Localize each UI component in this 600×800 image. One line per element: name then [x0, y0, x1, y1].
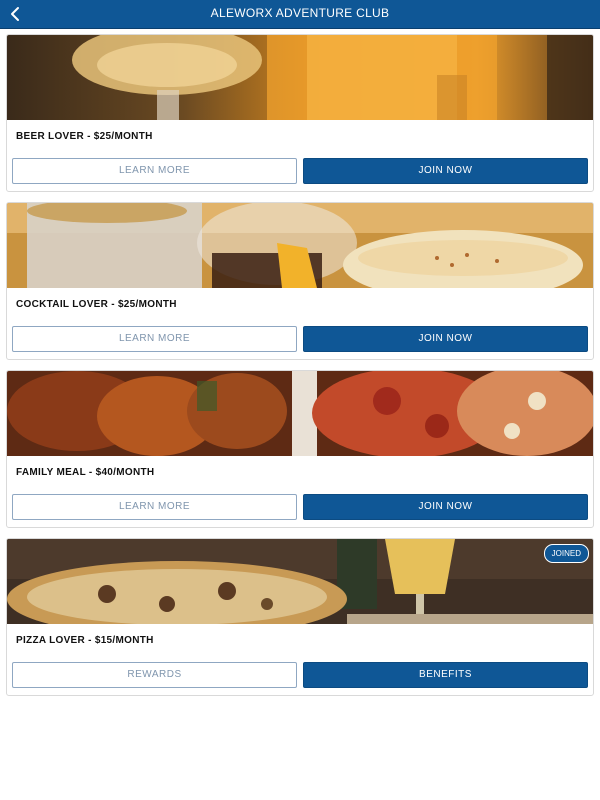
- membership-card-beer-lover: BEER LOVER - $25/MONTH LEARN MORE JOIN N…: [6, 34, 594, 192]
- membership-title: PIZZA LOVER - $15/MONTH: [16, 635, 154, 646]
- learn-more-button[interactable]: LEARN MORE: [12, 494, 297, 520]
- membership-card-pizza-lover: JOINED PIZZA LOVER - $15/MONTH REWARDS B…: [6, 538, 594, 696]
- app-header: ALEWORX ADVENTURE CLUB: [0, 0, 600, 29]
- joined-badge: JOINED: [543, 544, 589, 563]
- learn-more-button[interactable]: LEARN MORE: [12, 158, 297, 184]
- beer-glasses-photo: [7, 35, 593, 120]
- page-title: ALEWORX ADVENTURE CLUB: [210, 6, 390, 20]
- rewards-button[interactable]: REWARDS: [12, 662, 297, 688]
- wings-and-pizza-photo: [7, 371, 593, 456]
- benefits-button[interactable]: BENEFITS: [303, 662, 588, 688]
- membership-title: FAMILY MEAL - $40/MONTH: [16, 467, 155, 478]
- learn-more-button[interactable]: LEARN MORE: [12, 326, 297, 352]
- join-now-button[interactable]: JOIN NOW: [303, 326, 588, 352]
- join-now-button[interactable]: JOIN NOW: [303, 494, 588, 520]
- membership-card-cocktail-lover: COCKTAIL LOVER - $25/MONTH LEARN MORE JO…: [6, 202, 594, 360]
- membership-title: BEER LOVER - $25/MONTH: [16, 131, 153, 142]
- join-now-button[interactable]: JOIN NOW: [303, 158, 588, 184]
- membership-card-family-meal: FAMILY MEAL - $40/MONTH LEARN MORE JOIN …: [6, 370, 594, 528]
- cocktails-photo: [7, 203, 593, 288]
- pizza-and-beer-photo: [7, 539, 593, 624]
- membership-title: COCKTAIL LOVER - $25/MONTH: [16, 299, 177, 310]
